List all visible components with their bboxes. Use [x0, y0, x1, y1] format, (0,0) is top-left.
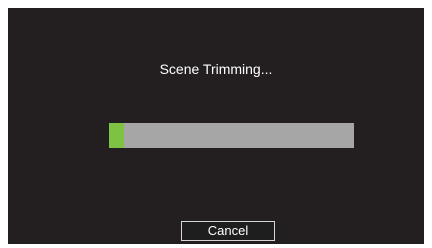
trimming-dialog: Scene Trimming... Cancel	[8, 8, 424, 244]
progress-bar	[109, 123, 354, 148]
cancel-button[interactable]: Cancel	[181, 221, 275, 241]
progress-bar-fill	[109, 123, 124, 148]
status-text: Scene Trimming...	[159, 61, 273, 77]
